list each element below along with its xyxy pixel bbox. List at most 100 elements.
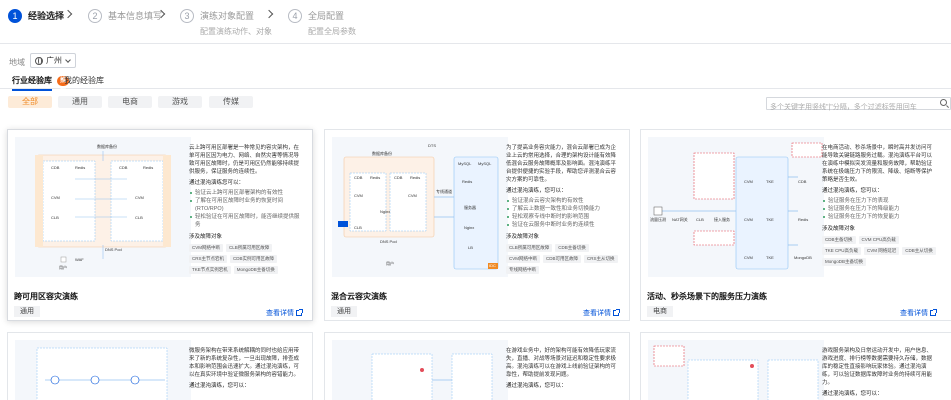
card-description: 为了提高业务容灾能力，混合云部署已成为企业上云的常用选择，合理的架构设计能有效降… <box>506 144 621 274</box>
object-tags: CLB所属可用区故障 CDB主备切换 CVM网络中断 CDB可用区故障 CRS主… <box>506 244 621 274</box>
list-item: 验证在云服务中断时业务的连续性 <box>506 221 621 229</box>
object-tag: MongoDB主备切换 <box>233 266 278 274</box>
node-label: 用户 <box>59 265 67 270</box>
architecture-diagram-graphic <box>15 137 191 277</box>
category-general[interactable]: 通用 <box>58 96 102 108</box>
card-lead: 游戏服务架构及日常运动开发中，用户信息、游戏进度、排行榜等数据需要持久存储，数据… <box>822 348 933 386</box>
card-description: 在电商活动、秒杀场景中，瞬时高并发访问可能导致关键链路服务过载。混沌演练平台可以… <box>822 144 937 266</box>
node-label: CVM <box>744 217 753 222</box>
object-tag: CDB主从切换 <box>902 247 936 255</box>
object-tag: CRS主从切换 <box>584 255 618 263</box>
category-media[interactable]: 传媒 <box>209 96 253 108</box>
node-label: Nginx <box>380 209 391 214</box>
list-item: 轻松验证在可用区故障时，能否继续提供服务 <box>189 213 304 229</box>
card-tag: 通用 <box>331 306 357 317</box>
card-description: 云上跨可用区部署是一种常见的容灾架构，在单可用区因为电力、网络、自然灾害等情况导… <box>189 144 304 274</box>
object-tag: CRS主节点宕机 <box>189 255 228 263</box>
link-label: 查看详情 <box>266 310 294 317</box>
goal-title: 通过混沌演练，您可以： <box>189 383 250 389</box>
node-label: DTS <box>428 143 436 148</box>
step-4[interactable]: 4 全局配置 配置全局参数 <box>288 8 356 37</box>
node-label: NAT网关 <box>672 217 688 222</box>
node-label: CDB <box>354 175 363 180</box>
architecture-diagram <box>648 340 824 400</box>
step-number: 4 <box>288 9 302 23</box>
category-game[interactable]: 游戏 <box>158 96 202 108</box>
node-label: Redis <box>798 217 809 222</box>
experience-card[interactable]: 在游戏业务中，好的架构可能有效降低玩家流失，直播、对战等场景对延迟和稳定性要求极… <box>324 332 630 400</box>
region-select[interactable]: 广州 <box>30 53 76 68</box>
list-item: 验证服务在压力下的恢复能力 <box>822 213 937 221</box>
node-label: CVM <box>354 193 363 198</box>
card-description: 在游戏业务中，好的架构可能有效降低玩家流失，直播、对战等场景对延迟和稳定性要求极… <box>506 347 621 390</box>
view-details-link[interactable]: 查看详情 <box>583 308 620 318</box>
node-label: WAF <box>75 257 84 262</box>
goal-list: 验证服务在压力下的表现 验证服务在压力下的降级能力 验证服务在压力下的恢复能力 <box>822 197 937 221</box>
node-label: 服务器 <box>464 205 476 210</box>
object-tag: TKE节点实例宕机 <box>189 266 231 274</box>
object-tag: 专线网络中断 <box>506 266 539 274</box>
node-label: LB <box>468 245 473 250</box>
object-tags: CDB主备切换 CVM CPU高负载 TKE CPU高负载 CVM 网络延迟 C… <box>822 236 937 266</box>
external-link-icon <box>930 309 937 316</box>
view-details-link[interactable]: 查看详情 <box>900 308 937 318</box>
list-item: 验证混合云容灾架构的有效性 <box>506 197 621 205</box>
node-label: TKE <box>766 217 774 222</box>
object-tag: CVM网络中断 <box>189 244 223 252</box>
architecture-diagram <box>15 340 191 400</box>
goal-list: 验证云上跨可用区部署架构的有效性 了解在可用区故障时业务的恢复时间(RTO/RP… <box>189 189 304 229</box>
object-tag: TKE CPU高负载 <box>822 247 862 255</box>
experience-card[interactable]: 数据库备份 CDB Redis CDB Redis CVM CVM CLB CL… <box>7 129 313 321</box>
experience-card[interactable]: DTS 数据库备份 CDB Redis CDB Redis CVM CVM Ng… <box>324 129 630 321</box>
architecture-diagram: 流量压测 NAT网关 CLB 接入服务 CVM TKE CVM TKE CVM … <box>648 137 824 277</box>
step-2[interactable]: 2 基本信息填写 <box>88 8 162 24</box>
list-item: 验证云上跨可用区部署架构的有效性 <box>189 189 304 197</box>
tab-industry-library[interactable]: 行业经验库 推荐 <box>12 75 70 94</box>
node-label: DNS Pod <box>105 247 122 252</box>
card-lead: 在电商活动、秒杀场景中，瞬时高并发访问可能导致关键链路服务过载。混沌演练平台可以… <box>822 145 933 183</box>
view-details-link[interactable]: 查看详情 <box>266 308 303 318</box>
goal-title: 通过混沌演练，您可以： <box>822 188 883 194</box>
object-title: 涉及故障对象 <box>189 234 223 240</box>
list-item: 轻松观察专线中断时的影响范围 <box>506 213 621 221</box>
card-title: 活动、秒杀场景下的服务压力演练 <box>647 292 767 301</box>
object-tag: CDB实例可用区故障 <box>230 255 278 263</box>
region-label: 地域 <box>9 58 25 67</box>
step-3[interactable]: 3 演练对象配置 配置演练动作、对象 <box>180 8 272 37</box>
stepper: 1 经验选择 2 基本信息填写 3 演练对象配置 配置演练动作、对象 4 全局配… <box>0 0 951 44</box>
node-label: DNS Pod <box>380 239 397 244</box>
experience-card[interactable]: 流量压测 NAT网关 CLB 接入服务 CVM TKE CVM TKE CVM … <box>640 129 951 321</box>
card-tag: 通用 <box>14 306 40 317</box>
node-label: Redis <box>370 175 381 180</box>
card-lead: 在游戏业务中，好的架构可能有效降低玩家流失，直播、对战等场景对延迟和稳定性要求极… <box>506 348 617 378</box>
node-label: Nginx <box>464 225 475 230</box>
region-value: 广州 <box>46 56 62 65</box>
step-title: 基本信息填写 <box>108 11 163 21</box>
step-1[interactable]: 1 经验选择 <box>8 8 64 24</box>
experience-card[interactable]: 微服务架构在带来系统解耦的同时也给应用带来了新的系统复杂性，一旦出现故障，排查成… <box>7 332 313 400</box>
card-title: 跨可用区容灾演练 <box>14 292 78 301</box>
step-title: 全局配置 <box>308 11 345 21</box>
experience-card[interactable]: 游戏服务架构及日常运动开发中，用户信息、游戏进度、排行榜等数据需要持久存储，数据… <box>640 332 951 400</box>
object-tag: MongoDB主备切换 <box>822 258 867 266</box>
tab-label: 行业经验库 <box>12 76 52 85</box>
object-tag: CLB所属可用区故障 <box>506 244 553 252</box>
object-tag: CDB主备切换 <box>822 236 856 244</box>
node-label: TKE <box>766 179 774 184</box>
node-label: CDB <box>798 179 807 184</box>
card-tag: 电商 <box>647 306 673 317</box>
tab-my-library[interactable]: 我的经验库 <box>64 75 104 86</box>
goal-title: 通过混沌演练，您可以： <box>822 391 883 397</box>
chevron-right-icon <box>63 9 73 19</box>
step-number: 1 <box>8 9 22 23</box>
node-label: CLB <box>135 215 143 220</box>
search-input[interactable] <box>767 102 932 113</box>
category-ecommerce[interactable]: 电商 <box>108 96 152 108</box>
goal-title: 通过混沌演练，您可以： <box>506 383 567 389</box>
category-all[interactable]: 全部 <box>8 96 52 108</box>
node-label: MySQL <box>478 161 492 166</box>
node-label: CLB <box>354 225 362 230</box>
goal-title: 通过混沌演练您可以： <box>189 180 245 186</box>
search-icon[interactable] <box>940 99 947 106</box>
card-lead: 微服务架构在带来系统解耦的同时也给应用带来了新的系统复杂性，一旦出现故障，排查成… <box>189 348 300 378</box>
